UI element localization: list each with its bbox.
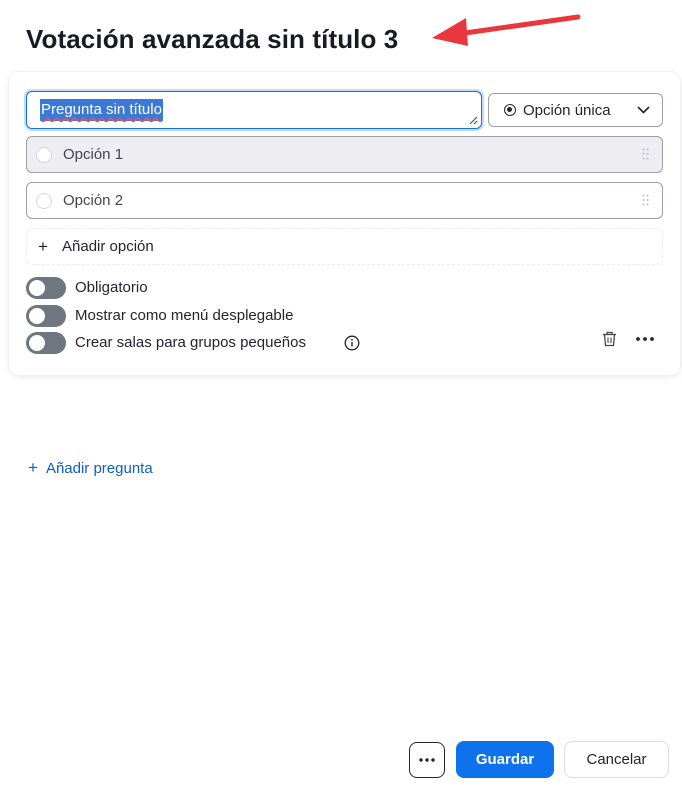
page-title: Votación avanzada sin título 3 [26,24,399,54]
radio-selected-icon [504,104,516,116]
question-card: Pregunta sin título Opción única Opción … [9,72,680,375]
info-icon[interactable] [344,335,360,351]
breakout-label: Crear salas para grupos pequeños [75,334,306,351]
option-label: Opción 2 [63,192,124,209]
plus-icon: + [28,458,38,477]
question-type-select[interactable]: Opción única [488,93,663,127]
breakout-toggle[interactable] [26,332,66,354]
add-option-button[interactable]: + Añadir opción [26,228,663,265]
add-question-label: Añadir pregunta [45,460,153,477]
option-input-1[interactable]: Opción 1 [26,136,663,173]
add-question-button[interactable]: + Añadir pregunta [28,458,153,478]
chevron-down-icon [637,106,650,114]
cancel-button[interactable]: Cancelar [564,741,669,778]
dropdown-label: Mostrar como menú desplegable [75,307,294,324]
drag-handle-icon[interactable] [642,148,649,160]
radio-icon [36,147,52,163]
save-button[interactable]: Guardar [456,741,554,778]
drag-handle-icon[interactable] [642,194,649,206]
more-options-icon[interactable] [635,331,655,347]
option-input-2[interactable]: Opción 2 [26,182,663,219]
plus-icon: + [38,237,48,256]
breakout-toggle-row: Crear salas para grupos pequeños [26,332,366,354]
dropdown-toggle[interactable] [26,305,66,327]
required-label: Obligatorio [75,279,148,296]
resize-handle-icon[interactable] [469,116,478,125]
question-type-label: Opción única [523,102,611,119]
radio-icon [36,193,52,209]
annotation-arrow-icon [432,14,581,46]
question-input[interactable]: Pregunta sin título [26,91,482,129]
more-options-button[interactable] [409,742,445,778]
option-label: Opción 1 [63,146,124,163]
more-options-icon [419,758,435,762]
trash-icon[interactable] [602,331,617,347]
question-text: Pregunta sin título [40,99,163,121]
required-toggle[interactable] [26,277,66,299]
add-option-label: Añadir opción [62,238,154,255]
